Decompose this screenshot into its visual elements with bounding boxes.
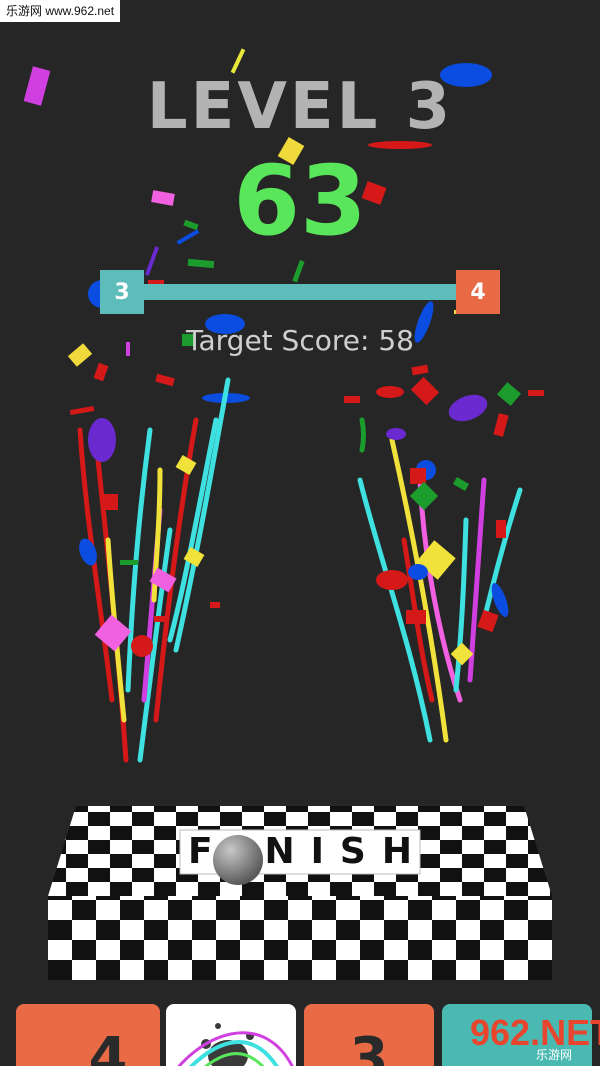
level-label: LEVEL 3 bbox=[146, 70, 454, 144]
score-value: 63 bbox=[233, 145, 367, 257]
progress-fill bbox=[120, 284, 480, 300]
bottom-tile-3[interactable]: 3 bbox=[304, 1004, 434, 1066]
finish-letter: S bbox=[339, 830, 366, 872]
finish-letter: N bbox=[264, 830, 295, 872]
watermark-bottom-sub: 乐游网 bbox=[536, 1048, 573, 1062]
target-score: Target Score: 58 bbox=[186, 324, 414, 357]
finish-letter: F bbox=[187, 830, 213, 872]
bottom-tile-label: 4 bbox=[88, 1026, 128, 1066]
bottom-tile-1[interactable]: 4 bbox=[16, 1004, 160, 1066]
finish-letter: H bbox=[381, 830, 412, 872]
watermark-bottom-main: 962.NET bbox=[470, 1012, 600, 1053]
next-level-box: 4 bbox=[456, 270, 500, 314]
bottom-tile-label: 3 bbox=[349, 1026, 389, 1066]
finish-sign: F N I S H bbox=[180, 828, 420, 874]
game-screen: 乐游网 www.962.net LEVEL 3 63 3 4 Target Sc… bbox=[0, 0, 600, 1066]
current-level-box: 3 bbox=[100, 270, 144, 314]
finish-front bbox=[48, 896, 552, 980]
finish-letter: I bbox=[310, 830, 324, 872]
ink-splat-icon bbox=[177, 1023, 294, 1066]
bottom-tile-2[interactable] bbox=[166, 1004, 296, 1066]
level-progress-bar: 3 4 bbox=[100, 270, 500, 314]
